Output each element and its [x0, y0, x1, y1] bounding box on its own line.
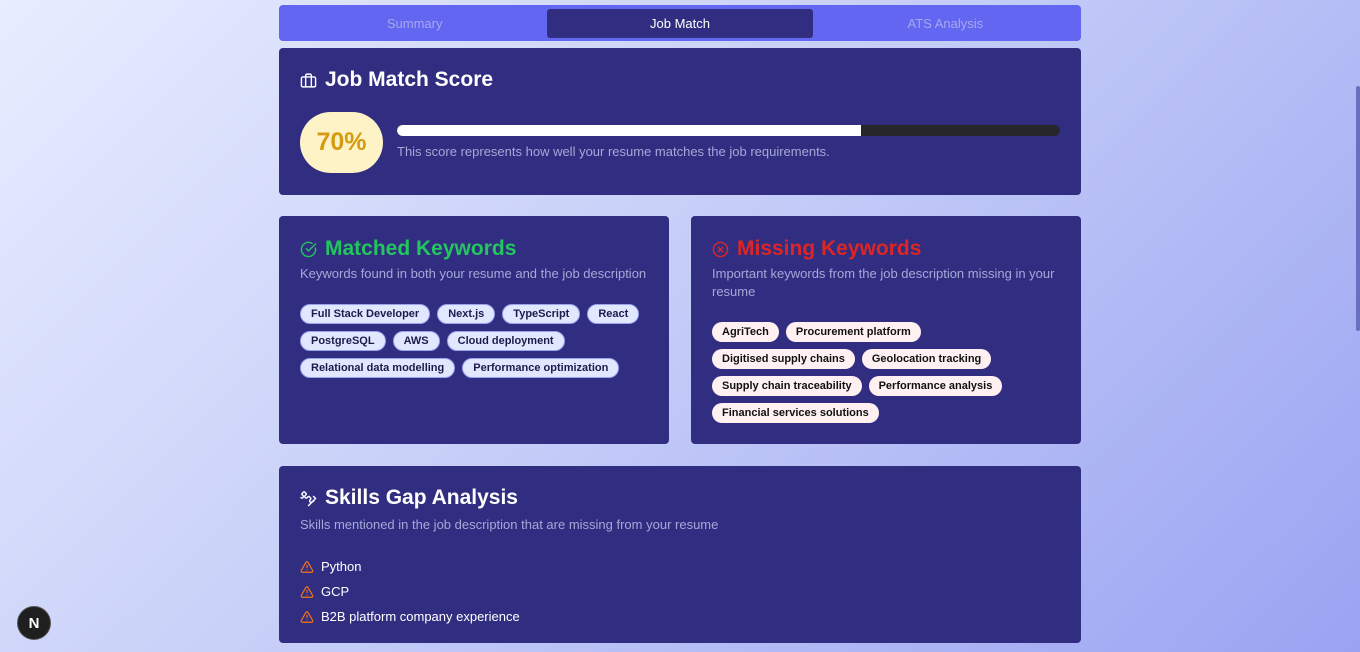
skills-subtitle: Skills mentioned in the job description … [300, 517, 719, 532]
check-circle-icon [300, 241, 317, 257]
puzzle-icon [300, 490, 317, 506]
missing-keyword-chip: Geolocation tracking [861, 349, 992, 369]
skill-gap-item: B2B platform company experience [300, 604, 520, 629]
matched-keyword-chip: Performance optimization [462, 358, 620, 378]
matched-keyword-list: Full Stack Developer Next.js TypeScript Rea… [300, 304, 650, 378]
missing-keyword-chip: AgriTech [712, 322, 779, 342]
skills-card-title: Skills Gap Analysis [300, 486, 518, 510]
tab-ats-analysis[interactable]: ATS Analysis [813, 9, 1078, 38]
missing-title-text: Missing Keywords [737, 237, 922, 260]
matched-keyword-chip: Cloud deployment [446, 331, 565, 351]
matched-keyword-chip: PostgreSQL [300, 331, 386, 351]
missing-card-title: Missing Keywords [712, 237, 921, 261]
missing-keyword-chip: Supply chain traceability [712, 376, 862, 396]
missing-keyword-chip: Performance analysis [868, 376, 1003, 396]
skill-gap-label: Python [321, 559, 362, 574]
skills-gap-card: Skills Gap Analysis Skills mentioned in … [279, 466, 1081, 643]
skill-gap-item: Python [300, 554, 520, 579]
warning-icon [300, 585, 314, 598]
missing-keyword-chip: Procurement platform [785, 322, 921, 342]
matched-title-text: Matched Keywords [325, 237, 517, 260]
matched-card-title: Matched Keywords [300, 237, 516, 261]
matched-keyword-chip: Relational data modelling [300, 358, 456, 378]
warning-icon [300, 560, 314, 573]
matched-keyword-chip: Full Stack Developer [300, 304, 431, 324]
x-circle-icon [712, 241, 729, 257]
score-card-title: Job Match Score [300, 68, 493, 92]
matched-keyword-chip: React [587, 304, 640, 324]
tab-bar: Summary Job Match ATS Analysis [279, 5, 1081, 41]
score-description: This score represents how well your resu… [397, 144, 830, 159]
score-title-text: Job Match Score [325, 68, 494, 91]
score-progress-bar [397, 125, 1060, 136]
job-match-score-card: Job Match Score 70% This score represent… [279, 48, 1081, 195]
warning-icon [300, 610, 314, 623]
score-badge: 70% [300, 112, 383, 173]
missing-keyword-chip: Financial services solutions [712, 403, 879, 423]
missing-keywords-card: Missing Keywords Important keywords from… [691, 216, 1081, 444]
skill-gap-item: GCP [300, 579, 520, 604]
skill-gap-label: GCP [321, 584, 350, 599]
skills-title-text: Skills Gap Analysis [325, 486, 518, 509]
scrollbar-thumb[interactable] [1356, 86, 1360, 331]
score-progress-fill [397, 125, 862, 136]
dev-tools-badge[interactable]: N [17, 606, 51, 640]
matched-keyword-chip: AWS [392, 331, 440, 351]
missing-subtitle: Important keywords from the job descript… [712, 266, 1055, 299]
tab-job-match[interactable]: Job Match [547, 8, 813, 38]
matched-keywords-card: Matched Keywords Keywords found in both … [279, 216, 669, 444]
skill-gap-label: B2B platform company experience [321, 609, 520, 624]
missing-keyword-list: AgriTech Procurement platform Digitised su… [712, 322, 1062, 423]
matched-keyword-chip: Next.js [437, 304, 496, 324]
skills-gap-list: Python GCP B2B platform company experience [300, 554, 520, 629]
briefcase-icon [300, 72, 317, 88]
matched-subtitle: Keywords found in both your resume and t… [300, 266, 647, 281]
tab-summary[interactable]: Summary [282, 9, 547, 38]
matched-keyword-chip: TypeScript [502, 304, 581, 324]
missing-keyword-chip: Digitised supply chains [712, 349, 855, 369]
